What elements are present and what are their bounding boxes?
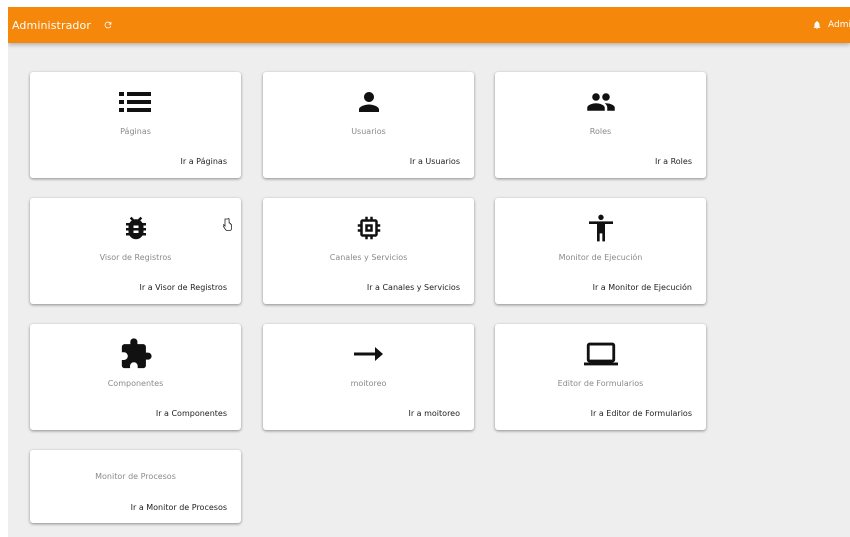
top-bar: Administrador Administrador xyxy=(8,7,850,43)
card-link[interactable]: Ir a Monitor de Ejecución xyxy=(593,283,692,292)
card-title: Editor de Formularios xyxy=(557,379,644,388)
card-link[interactable]: Ir a Páginas xyxy=(181,157,227,166)
card-link[interactable]: Ir a Componentes xyxy=(156,409,227,418)
card-link[interactable]: Ir a Editor de Formularios xyxy=(591,409,692,418)
card-link[interactable]: Ir a moitoreo xyxy=(408,409,460,418)
card-editor-formularios: Editor de Formularios Ir a Editor de For… xyxy=(495,324,706,430)
card-componentes: Componentes Ir a Componentes xyxy=(30,324,241,430)
list-icon xyxy=(118,86,154,118)
card-monitor-ejecucion: Monitor de Ejecución Ir a Monitor de Eje… xyxy=(495,198,706,304)
card-link[interactable]: Ir a Visor de Registros xyxy=(140,283,228,292)
person-standing-icon xyxy=(583,212,619,244)
card-visor-registros: Visor de Registros Ir a Visor de Registr… xyxy=(30,198,241,304)
card-title: Visor de Registros xyxy=(99,253,172,262)
card-title: Roles xyxy=(589,127,612,136)
card-title: Componentes xyxy=(107,379,164,388)
card-title: Monitor de Ejecución xyxy=(558,253,643,262)
card-title: Páginas xyxy=(120,127,151,136)
card-usuarios: Usuarios Ir a Usuarios xyxy=(263,72,474,178)
card-link[interactable]: Ir a Usuarios xyxy=(410,157,460,166)
card-link[interactable]: Ir a Roles xyxy=(655,157,692,166)
card-title: Usuarios xyxy=(351,127,386,136)
arrow-right-icon xyxy=(351,338,387,370)
card-link[interactable]: Ir a Canales y Servicios xyxy=(367,283,460,292)
app-window: Administrador Administrador Páginas Ir a… xyxy=(8,7,850,537)
chip-icon xyxy=(351,212,387,244)
pointer-cursor-icon xyxy=(222,216,233,231)
card-roles: Roles Ir a Roles xyxy=(495,72,706,178)
laptop-icon xyxy=(583,338,619,370)
user-menu[interactable]: Administrador xyxy=(812,7,850,43)
bug-icon xyxy=(118,212,154,244)
card-monitor-procesos: Monitor de Procesos Ir a Monitor de Proc… xyxy=(30,450,241,523)
card-title: moitoreo xyxy=(350,379,387,388)
refresh-icon[interactable] xyxy=(101,18,115,32)
card-title: Monitor de Procesos xyxy=(95,472,176,481)
app-title: Administrador xyxy=(12,18,91,32)
group-icon xyxy=(583,86,619,118)
card-canales-servicios: Canales y Servicios Ir a Canales y Servi… xyxy=(263,198,474,304)
person-icon xyxy=(351,86,387,118)
card-paginas: Páginas Ir a Páginas xyxy=(30,72,241,178)
bell-icon[interactable] xyxy=(812,19,822,31)
card-title: Canales y Servicios xyxy=(329,253,408,262)
card-link[interactable]: Ir a Monitor de Procesos xyxy=(131,503,227,512)
puzzle-icon xyxy=(118,338,154,370)
card-moitoreo: moitoreo Ir a moitoreo xyxy=(263,324,474,430)
user-name[interactable]: Administrador xyxy=(828,20,850,30)
